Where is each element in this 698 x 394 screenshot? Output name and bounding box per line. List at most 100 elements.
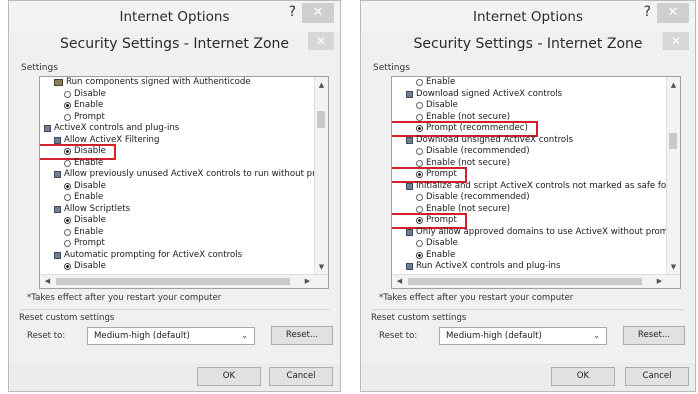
- scrollbar-thumb[interactable]: [56, 278, 290, 285]
- setting-category[interactable]: Initialize and script ActiveX controls n…: [392, 181, 667, 193]
- setting-option[interactable]: Disable (recommended): [392, 192, 667, 204]
- radio-unchecked-icon[interactable]: [64, 90, 71, 98]
- vertical-scrollbar[interactable]: ▲ ▼: [314, 77, 328, 275]
- radio-checked-icon[interactable]: [64, 217, 71, 225]
- setting-category[interactable]: Automatic prompting for ActiveX controls: [40, 250, 315, 262]
- close-icon[interactable]: ✕: [657, 3, 689, 23]
- chevron-left-icon[interactable]: ◀: [41, 275, 54, 288]
- cancel-button[interactable]: Cancel: [625, 367, 689, 386]
- folder-settings-icon: [406, 136, 413, 144]
- setting-option[interactable]: Prompt: [40, 112, 315, 124]
- radio-unchecked-icon[interactable]: [416, 79, 423, 87]
- setting-category[interactable]: Run components signed with Authenticode: [40, 77, 315, 89]
- setting-option[interactable]: Disable: [392, 238, 667, 250]
- highlighted-setting-option[interactable]: Disable: [40, 144, 116, 160]
- setting-option[interactable]: Disable: [40, 181, 315, 193]
- setting-category[interactable]: Download signed ActiveX controls: [392, 89, 667, 101]
- chevron-down-icon[interactable]: ▼: [667, 261, 680, 273]
- help-icon[interactable]: ?: [289, 4, 296, 20]
- close-icon[interactable]: ✕: [663, 32, 689, 50]
- setting-category[interactable]: Allow Scriptlets: [40, 204, 315, 216]
- chevron-right-icon[interactable]: ▶: [653, 275, 666, 288]
- radio-unchecked-icon[interactable]: [416, 113, 423, 121]
- setting-category[interactable]: Run ActiveX controls and plug-ins: [392, 261, 667, 273]
- radio-checked-icon[interactable]: [64, 102, 71, 110]
- window-titlebar: Internet Options ? ✕: [9, 1, 340, 32]
- radio-checked-icon[interactable]: [416, 125, 423, 133]
- reset-button[interactable]: Reset...: [271, 326, 333, 345]
- radio-unchecked-icon[interactable]: [64, 228, 71, 236]
- reset-level-select[interactable]: Medium-high (default) ⌄: [439, 327, 607, 345]
- radio-checked-icon[interactable]: [64, 263, 71, 271]
- chevron-right-icon[interactable]: ▶: [301, 275, 314, 288]
- setting-option[interactable]: Disable: [40, 215, 315, 227]
- chevron-up-icon[interactable]: ▲: [315, 79, 328, 91]
- radio-unchecked-icon[interactable]: [64, 240, 71, 248]
- radio-unchecked-icon[interactable]: [416, 194, 423, 202]
- setting-option[interactable]: Enable (not secure): [392, 158, 667, 170]
- setting-category[interactable]: ActiveX controls and plug-ins: [40, 123, 315, 135]
- setting-option[interactable]: Enable: [40, 100, 315, 112]
- highlighted-setting-option[interactable]: Prompt (recommendec): [392, 121, 538, 137]
- vertical-scrollbar[interactable]: ▲ ▼: [666, 77, 680, 275]
- setting-option[interactable]: Disable: [40, 89, 315, 101]
- setting-label: Download signed ActiveX controls: [416, 88, 563, 99]
- reset-level-select[interactable]: Medium-high (default) ⌄: [87, 327, 255, 345]
- setting-option[interactable]: Enable: [40, 158, 315, 170]
- radio-unchecked-icon[interactable]: [64, 113, 71, 121]
- radio-checked-icon[interactable]: [64, 148, 71, 156]
- setting-option[interactable]: Enable (not secure): [392, 204, 667, 216]
- settings-list[interactable]: Run components signed with Authenticode D…: [39, 76, 329, 289]
- setting-category[interactable]: Allow ActiveX Filtering: [40, 135, 315, 147]
- restart-note: *Takes effect after you restart your com…: [27, 293, 222, 303]
- cancel-button[interactable]: Cancel: [269, 367, 333, 386]
- help-icon[interactable]: ?: [644, 4, 651, 20]
- horizontal-scrollbar[interactable]: ◀ ▶: [392, 274, 680, 288]
- radio-unchecked-icon[interactable]: [64, 159, 71, 167]
- radio-unchecked-icon[interactable]: [416, 148, 423, 156]
- scrollbar-thumb[interactable]: [317, 111, 325, 128]
- radio-unchecked-icon[interactable]: [416, 240, 423, 248]
- setting-category[interactable]: Only allow approved domains to use Activ…: [392, 227, 667, 239]
- radio-checked-icon[interactable]: [416, 171, 423, 179]
- settings-list[interactable]: Enable Download signed ActiveX controls Di…: [391, 76, 681, 289]
- setting-option[interactable]: Disable: [40, 261, 315, 273]
- chevron-down-icon[interactable]: ▼: [315, 261, 328, 273]
- setting-option[interactable]: Enable (not secure): [392, 112, 667, 124]
- setting-option[interactable]: Enable: [392, 250, 667, 262]
- setting-category[interactable]: Download unsigned ActiveX controls: [392, 135, 667, 147]
- folder-settings-icon: [44, 125, 51, 133]
- close-icon[interactable]: ✕: [302, 3, 334, 23]
- setting-option[interactable]: Enable: [40, 192, 315, 204]
- horizontal-scrollbar[interactable]: ◀ ▶: [40, 274, 328, 288]
- setting-option[interactable]: Disable (recommended): [392, 146, 667, 158]
- close-icon[interactable]: ✕: [308, 32, 334, 50]
- reset-button[interactable]: Reset...: [623, 326, 685, 345]
- highlighted-setting-option[interactable]: Prompt: [392, 167, 467, 183]
- setting-label: Disable: [74, 261, 106, 271]
- ok-button[interactable]: OK: [197, 367, 261, 386]
- settings-label: Settings: [21, 63, 58, 73]
- radio-unchecked-icon[interactable]: [64, 194, 71, 202]
- setting-option[interactable]: Prompt: [40, 238, 315, 250]
- chevron-left-icon[interactable]: ◀: [393, 275, 406, 288]
- radio-unchecked-icon[interactable]: [416, 102, 423, 110]
- setting-category[interactable]: Allow previously unused ActiveX controls…: [40, 169, 315, 181]
- folder-settings-icon: [54, 251, 61, 259]
- chevron-up-icon[interactable]: ▲: [667, 79, 680, 91]
- reset-group-label: Reset custom settings: [19, 313, 115, 323]
- radio-unchecked-icon[interactable]: [416, 159, 423, 167]
- scrollbar-thumb[interactable]: [408, 278, 642, 285]
- radio-unchecked-icon[interactable]: [416, 205, 423, 213]
- setting-option[interactable]: Enable: [40, 227, 315, 239]
- ok-button[interactable]: OK: [551, 367, 615, 386]
- radio-checked-icon[interactable]: [416, 217, 423, 225]
- scrollbar-thumb[interactable]: [669, 133, 677, 149]
- highlighted-setting-option[interactable]: Prompt: [392, 213, 467, 229]
- setting-option[interactable]: Enable: [392, 77, 667, 89]
- radio-checked-icon[interactable]: [64, 182, 71, 190]
- radio-checked-icon[interactable]: [416, 251, 423, 259]
- setting-label: Disable: [426, 100, 458, 110]
- setting-option[interactable]: Disable: [392, 100, 667, 112]
- folder-settings-icon: [54, 171, 61, 179]
